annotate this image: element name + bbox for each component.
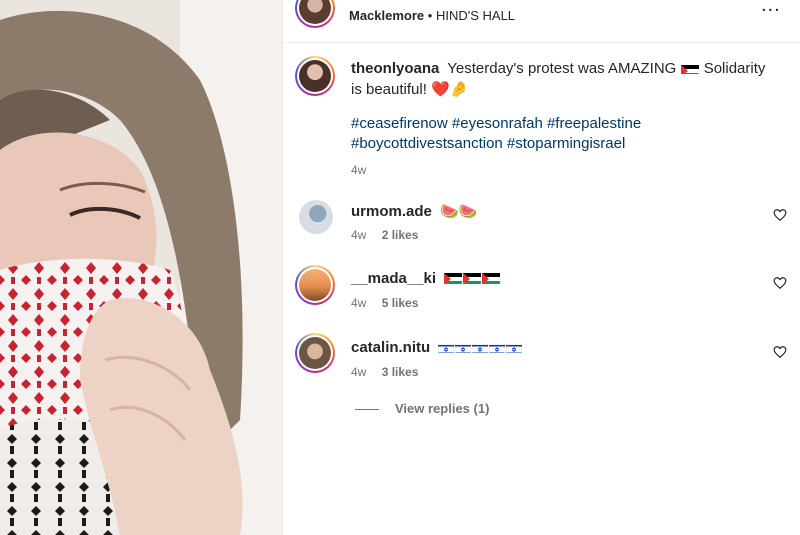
palestine-flag-icon xyxy=(482,272,501,284)
more-options-icon[interactable]: ... xyxy=(761,0,781,17)
comment-text: catalin.nitu xyxy=(351,339,523,356)
comment-text: urmom.ade 🍉🍉 xyxy=(351,202,477,220)
comment-item: __mada__ki 4w 5 likes xyxy=(283,264,800,324)
comment-item: catalin.nitu 4w 3 likes xyxy=(283,333,800,393)
comment-likes[interactable]: 2 likes xyxy=(382,228,419,242)
like-heart-icon[interactable] xyxy=(773,345,787,359)
israel-flag-icon xyxy=(489,342,506,353)
comment-username[interactable]: __mada__ki xyxy=(351,270,436,287)
comment-time: 4w xyxy=(351,296,367,310)
hashtags-line-2[interactable]: #boycottdivestsanction #stoparmingisrael xyxy=(351,134,771,154)
replies-line xyxy=(355,409,379,411)
caption-text: Yesterday's protest was AMAZING xyxy=(447,60,677,77)
comment-likes[interactable]: 5 likes xyxy=(382,296,419,310)
caption-hashtags: #ceasefirenow #eyesonrafah #freepalestin… xyxy=(351,114,771,180)
like-heart-icon[interactable] xyxy=(773,276,787,290)
israel-flag-icon xyxy=(506,342,523,353)
israel-flag-icon xyxy=(438,342,455,353)
comment-username[interactable]: urmom.ade xyxy=(351,203,432,220)
watermelon-emoji: 🍉🍉 xyxy=(440,203,478,220)
comment-time: 4w xyxy=(351,228,367,242)
comment-item: urmom.ade 🍉🍉 4w 2 likes xyxy=(283,196,800,256)
comment-meta: 4w 2 likes xyxy=(351,228,418,242)
comment-meta: 4w 5 likes xyxy=(351,296,418,310)
view-replies-label: View replies (1) xyxy=(395,401,490,416)
post-photo[interactable] xyxy=(0,0,282,535)
view-replies-button[interactable]: View replies (1) xyxy=(355,401,489,416)
heart-emoji: ❤️ xyxy=(431,81,450,98)
comment-text: __mada__ki xyxy=(351,270,501,287)
palestine-flag-icon xyxy=(444,272,463,284)
author-username[interactable]: Macklemore xyxy=(349,8,424,23)
comment-username[interactable]: catalin.nitu xyxy=(351,339,430,356)
israel-flag-icon xyxy=(455,342,472,353)
hashtags-line-1[interactable]: #ceasefirenow #eyesonrafah #freepalestin… xyxy=(351,114,771,134)
post-header: Macklemore • HIND'S HALL xyxy=(349,8,515,23)
palestine-flag-icon xyxy=(680,62,699,74)
hand-emoji: 🤌 xyxy=(449,81,469,98)
caption-time: 4w xyxy=(351,163,367,177)
photo-illustration xyxy=(0,0,282,535)
caption-username[interactable]: theonlyoana xyxy=(351,60,439,77)
caption-avatar[interactable] xyxy=(295,56,335,96)
israel-flag-icon xyxy=(472,342,489,353)
header-separator: • xyxy=(427,8,433,23)
comment-likes[interactable]: 3 likes xyxy=(382,365,419,379)
audio-title[interactable]: HIND'S HALL xyxy=(436,8,515,23)
comments-panel: Macklemore • HIND'S HALL ... theonlyoana… xyxy=(283,0,800,535)
comment-time: 4w xyxy=(351,365,367,379)
palestine-flag-icon xyxy=(463,272,482,284)
author-avatar[interactable] xyxy=(295,0,335,28)
caption: theonlyoana Yesterday's protest was AMAZ… xyxy=(351,58,771,100)
comment-meta: 4w 3 likes xyxy=(351,365,418,379)
like-heart-icon[interactable] xyxy=(773,208,787,222)
header-separator-line xyxy=(283,42,800,43)
